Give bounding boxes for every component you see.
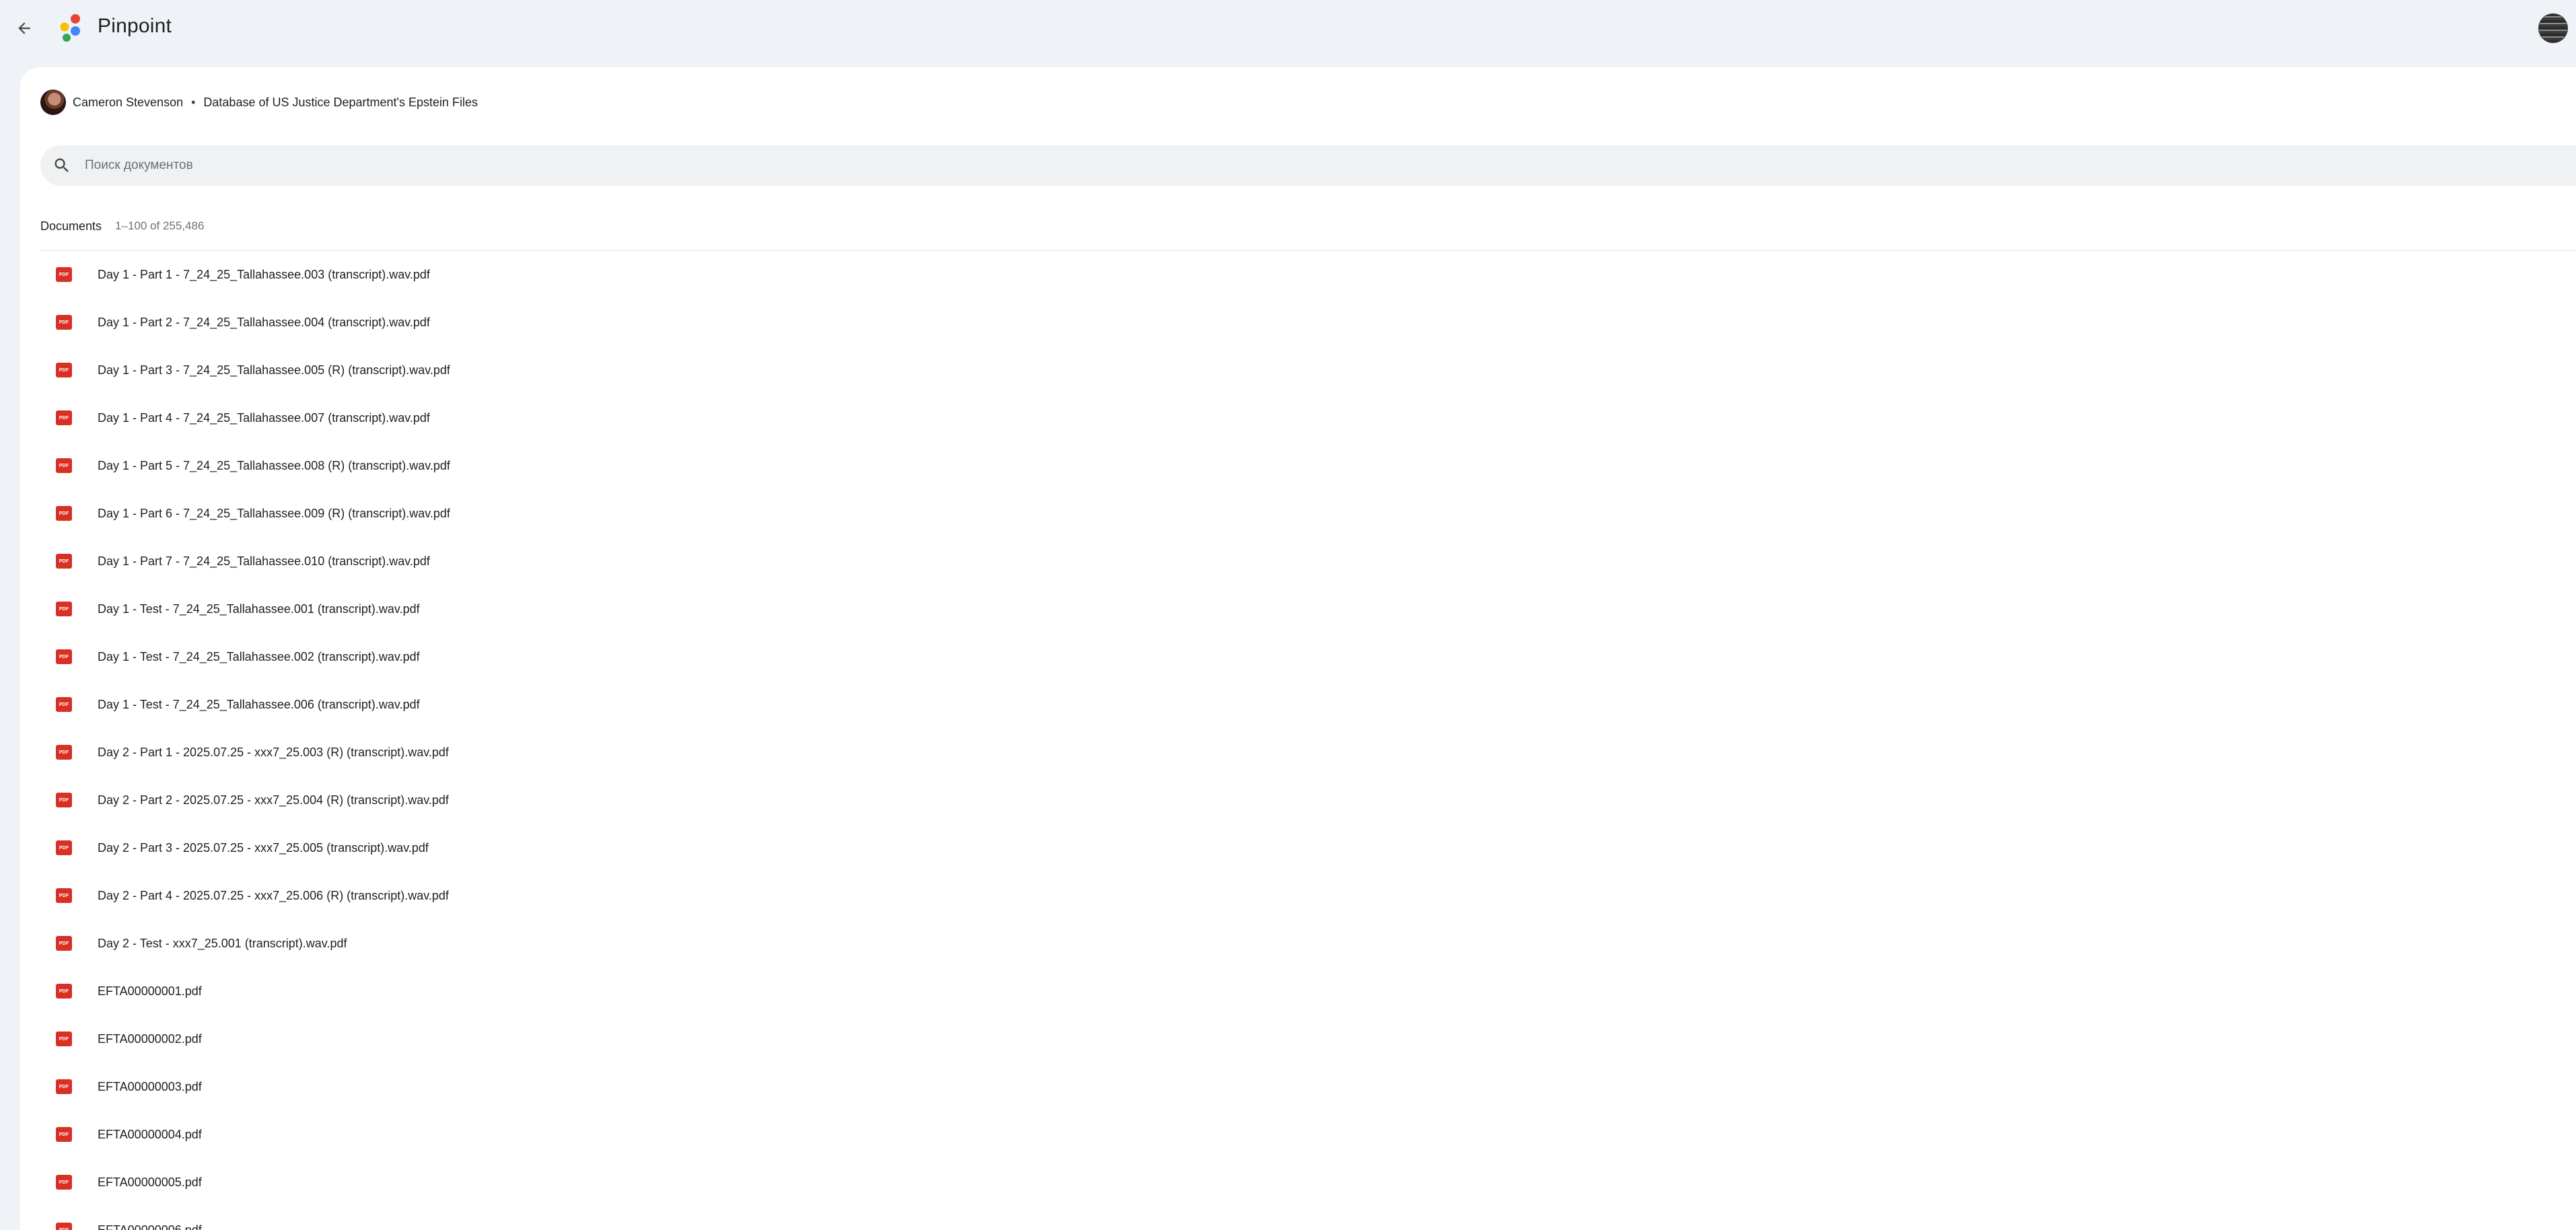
- document-row[interactable]: PDF EFTA00000002.pdf: [20, 1015, 2576, 1063]
- document-name[interactable]: Day 1 - Test - 7_24_25_Tallahassee.002 (…: [98, 649, 420, 664]
- back-button[interactable]: [9, 13, 39, 43]
- document-row[interactable]: PDF EFTA00000006.pdf: [20, 1206, 2576, 1230]
- pdf-file-icon: PDF: [56, 1223, 72, 1230]
- document-list: PDF Day 1 - Part 1 - 7_24_25_Tallahassee.…: [20, 251, 2576, 1230]
- document-row[interactable]: PDF Day 2 - Part 1 - 2025.07.25 - xxx7_25…: [20, 729, 2576, 776]
- pdf-file-icon: PDF: [56, 315, 72, 330]
- breadcrumb-separator: •: [191, 95, 196, 109]
- document-name[interactable]: EFTA00000004.pdf: [98, 1127, 202, 1142]
- search-bar[interactable]: [40, 145, 2576, 186]
- document-name[interactable]: Day 1 - Part 3 - 7_24_25_Tallahassee.005…: [98, 363, 450, 377]
- document-name[interactable]: Day 1 - Part 5 - 7_24_25_Tallahassee.008…: [98, 458, 450, 473]
- document-row[interactable]: PDF Day 2 - Test - xxx7_25.001 (transcrip…: [20, 920, 2576, 968]
- pdf-file-icon: PDF: [56, 984, 72, 999]
- collection-name: Database of US Justice Department's Epst…: [203, 95, 478, 109]
- account-avatar[interactable]: [2538, 13, 2568, 43]
- pdf-file-icon: PDF: [56, 458, 72, 473]
- search-icon[interactable]: [52, 156, 71, 175]
- collection-panel: Cameron Stevenson • Database of US Justi…: [20, 67, 2576, 1230]
- pdf-file-icon: PDF: [56, 1032, 72, 1046]
- pdf-file-icon: PDF: [56, 793, 72, 807]
- document-row[interactable]: PDF Day 1 - Part 2 - 7_24_25_Tallahassee.…: [20, 299, 2576, 347]
- document-name[interactable]: Day 1 - Test - 7_24_25_Tallahassee.006 (…: [98, 697, 420, 712]
- pdf-file-icon: PDF: [56, 506, 72, 521]
- pdf-file-icon: PDF: [56, 697, 72, 712]
- documents-count: 1–100 of 255,486: [115, 219, 205, 232]
- documents-header: Documents 1–100 of 255,486: [40, 216, 204, 236]
- pdf-file-icon: PDF: [56, 649, 72, 664]
- document-row[interactable]: PDF EFTA00000005.pdf: [20, 1159, 2576, 1206]
- document-row[interactable]: PDF EFTA00000004.pdf: [20, 1111, 2576, 1159]
- arrow-back-icon: [18, 22, 30, 34]
- document-name[interactable]: Day 2 - Part 1 - 2025.07.25 - xxx7_25.00…: [98, 745, 449, 760]
- pdf-file-icon: PDF: [56, 745, 72, 760]
- document-row[interactable]: PDF Day 1 - Part 3 - 7_24_25_Tallahassee.…: [20, 347, 2576, 394]
- document-row[interactable]: PDF Day 2 - Part 4 - 2025.07.25 - xxx7_25…: [20, 872, 2576, 920]
- document-row[interactable]: PDF Day 1 - Part 7 - 7_24_25_Tallahassee.…: [20, 538, 2576, 585]
- app-title: Pinpoint: [98, 15, 172, 37]
- document-row[interactable]: PDF Day 1 - Part 6 - 7_24_25_Tallahassee.…: [20, 490, 2576, 538]
- pdf-file-icon: PDF: [56, 1127, 72, 1142]
- documents-title: Documents: [40, 219, 102, 233]
- owner-name[interactable]: Cameron Stevenson: [73, 96, 183, 110]
- document-row[interactable]: PDF Day 1 - Test - 7_24_25_Tallahassee.00…: [20, 681, 2576, 729]
- document-row[interactable]: PDF EFTA00000001.pdf: [20, 968, 2576, 1015]
- pdf-file-icon: PDF: [56, 267, 72, 282]
- document-name[interactable]: Day 2 - Part 3 - 2025.07.25 - xxx7_25.00…: [98, 840, 429, 855]
- pinpoint-logo[interactable]: [55, 12, 86, 43]
- document-name[interactable]: Day 1 - Part 6 - 7_24_25_Tallahassee.009…: [98, 506, 450, 521]
- top-app-bar: Pinpoint: [0, 0, 2576, 67]
- document-row[interactable]: PDF EFTA00000003.pdf: [20, 1063, 2576, 1111]
- pdf-file-icon: PDF: [56, 602, 72, 616]
- pdf-file-icon: PDF: [56, 936, 72, 951]
- search-input[interactable]: [83, 157, 2105, 174]
- collection-breadcrumb: Cameron Stevenson • Database of US Justi…: [40, 89, 478, 116]
- document-name[interactable]: EFTA00000003.pdf: [98, 1079, 202, 1094]
- pdf-file-icon: PDF: [56, 1079, 72, 1094]
- document-name[interactable]: Day 2 - Part 2 - 2025.07.25 - xxx7_25.00…: [98, 793, 449, 807]
- document-row[interactable]: PDF Day 1 - Part 1 - 7_24_25_Tallahassee.…: [20, 251, 2576, 299]
- document-row[interactable]: PDF Day 1 - Test - 7_24_25_Tallahassee.00…: [20, 585, 2576, 633]
- document-name[interactable]: EFTA00000001.pdf: [98, 984, 202, 999]
- owner-avatar[interactable]: [40, 89, 66, 115]
- pdf-file-icon: PDF: [56, 554, 72, 569]
- document-row[interactable]: PDF Day 1 - Part 4 - 7_24_25_Tallahassee.…: [20, 394, 2576, 442]
- pdf-file-icon: PDF: [56, 840, 72, 855]
- document-row[interactable]: PDF Day 1 - Test - 7_24_25_Tallahassee.00…: [20, 633, 2576, 681]
- document-row[interactable]: PDF Day 2 - Part 2 - 2025.07.25 - xxx7_25…: [20, 776, 2576, 824]
- pdf-file-icon: PDF: [56, 363, 72, 377]
- document-name[interactable]: Day 1 - Part 7 - 7_24_25_Tallahassee.010…: [98, 554, 430, 569]
- document-name[interactable]: Day 1 - Part 1 - 7_24_25_Tallahassee.003…: [98, 267, 430, 282]
- document-name[interactable]: Day 1 - Part 2 - 7_24_25_Tallahassee.004…: [98, 315, 430, 330]
- document-name[interactable]: EFTA00000005.pdf: [98, 1175, 202, 1190]
- pdf-file-icon: PDF: [56, 888, 72, 903]
- document-row[interactable]: PDF Day 2 - Part 3 - 2025.07.25 - xxx7_25…: [20, 824, 2576, 872]
- document-row[interactable]: PDF Day 1 - Part 5 - 7_24_25_Tallahassee.…: [20, 442, 2576, 490]
- document-name[interactable]: EFTA00000006.pdf: [98, 1223, 202, 1230]
- document-name[interactable]: Day 1 - Test - 7_24_25_Tallahassee.001 (…: [98, 602, 420, 616]
- document-name[interactable]: Day 1 - Part 4 - 7_24_25_Tallahassee.007…: [98, 410, 430, 425]
- document-name[interactable]: EFTA00000002.pdf: [98, 1032, 202, 1046]
- document-name[interactable]: Day 2 - Test - xxx7_25.001 (transcript).…: [98, 936, 347, 951]
- pdf-file-icon: PDF: [56, 1175, 72, 1190]
- document-name[interactable]: Day 2 - Part 4 - 2025.07.25 - xxx7_25.00…: [98, 888, 449, 903]
- pdf-file-icon: PDF: [56, 410, 72, 425]
